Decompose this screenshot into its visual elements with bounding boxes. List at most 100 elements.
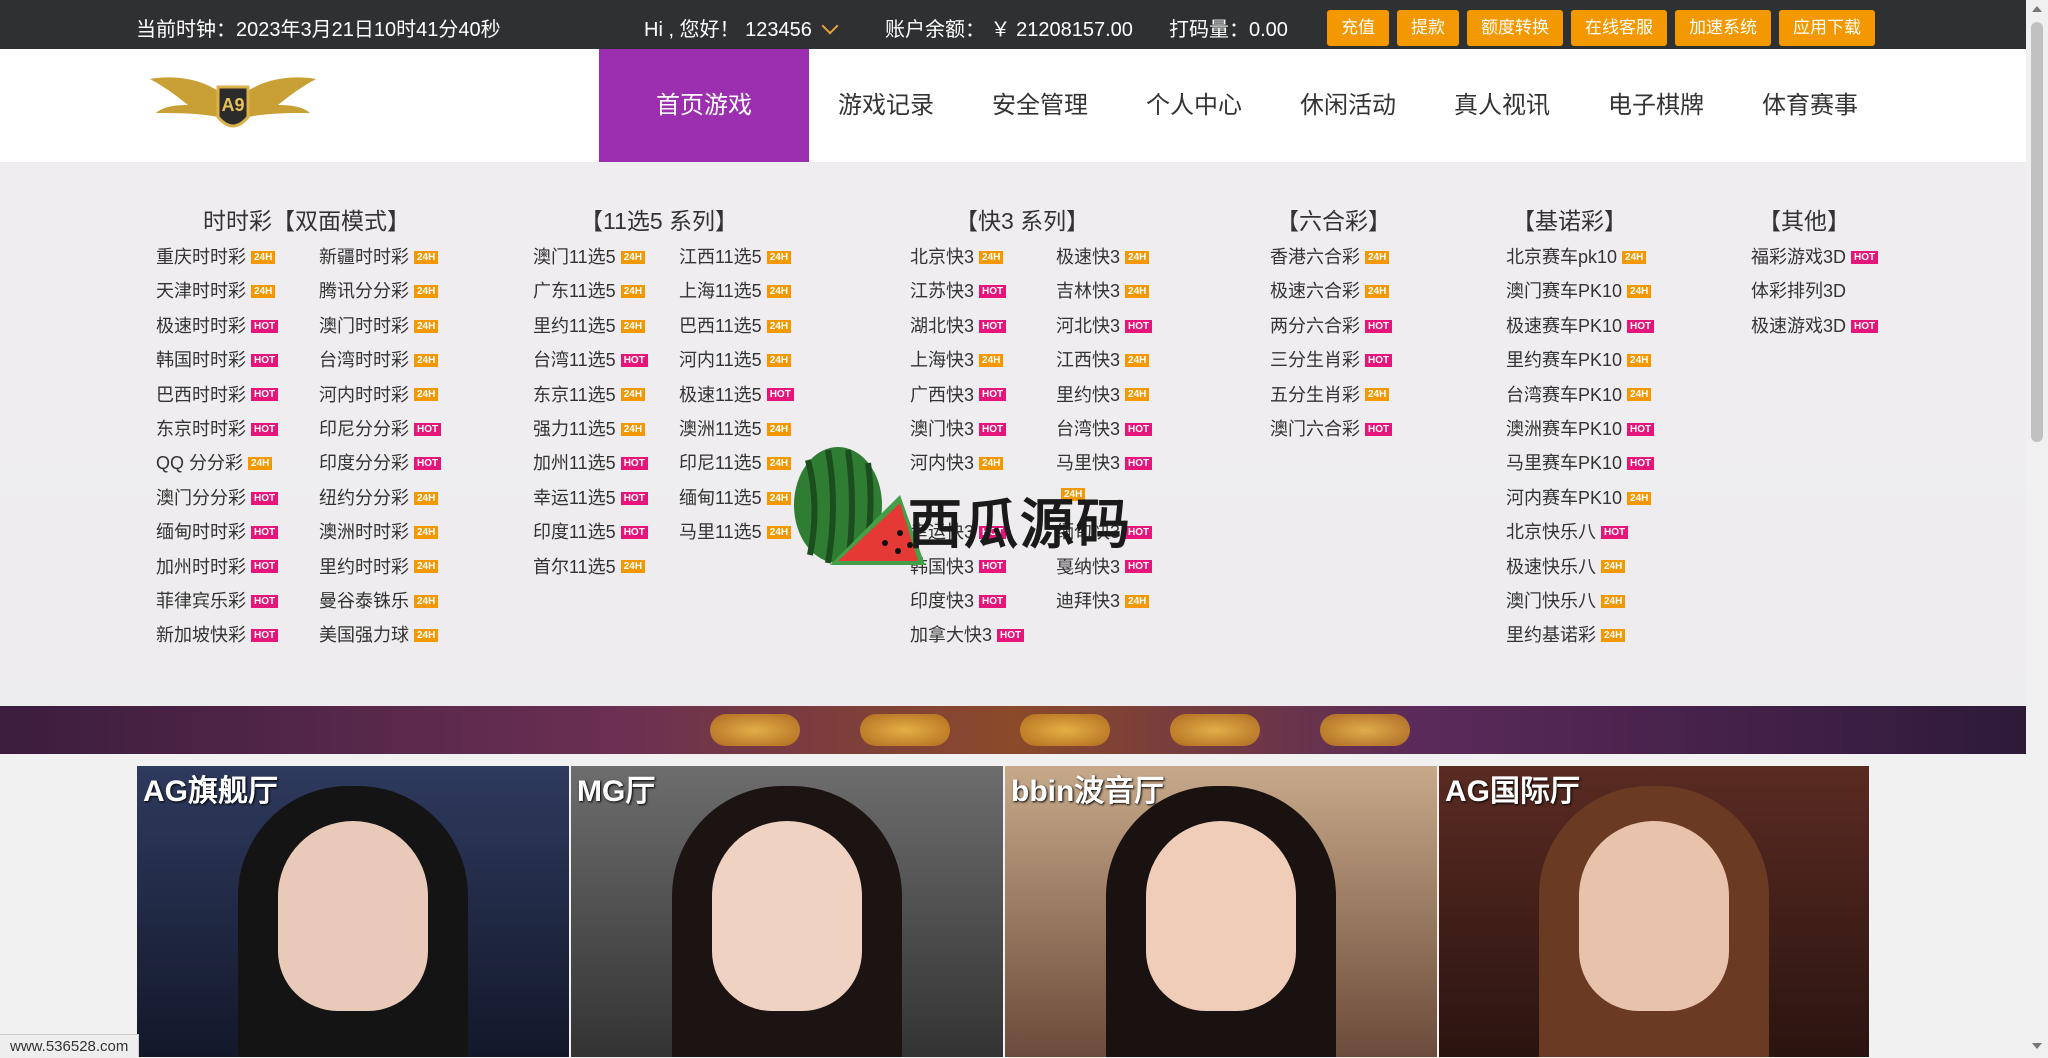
game-link[interactable]: 里约11选5 24H — [533, 312, 646, 338]
game-link[interactable]: 广东11选5 24H — [533, 277, 646, 303]
vertical-scrollbar[interactable] — [2026, 0, 2048, 1057]
game-link[interactable]: 澳洲11选5 24H — [679, 415, 792, 441]
game-link[interactable]: 新加坡快彩 HOT — [156, 621, 279, 647]
withdraw-button[interactable]: 提款 — [1397, 10, 1459, 46]
scroll-down-arrow-icon[interactable] — [2032, 1043, 2042, 1049]
game-link[interactable]: 天津时时彩 24H — [156, 277, 276, 303]
game-link[interactable]: 马里赛车PK10 HOT — [1506, 449, 1655, 475]
nav-security[interactable]: 安全管理 — [978, 49, 1102, 162]
game-link[interactable]: 极速游戏3D HOT — [1751, 312, 1879, 338]
game-link[interactable]: 三分生肖彩 HOT — [1270, 346, 1393, 372]
game-link[interactable]: 极速快乐八 24H — [1506, 553, 1626, 579]
game-link[interactable]: 纽约分分彩 24H — [319, 484, 439, 510]
game-link[interactable]: 台湾赛车PK10 24H — [1506, 381, 1652, 407]
game-link[interactable]: 湖北快3 HOT — [910, 312, 1007, 338]
scrollbar-thumb[interactable] — [2031, 22, 2043, 442]
transfer-button[interactable]: 额度转换 — [1467, 10, 1563, 46]
nav-home-games[interactable]: 首页游戏 — [599, 49, 809, 162]
game-link[interactable]: 澳门赛车PK10 24H — [1506, 277, 1652, 303]
game-link[interactable]: 里约赛车PK10 24H — [1506, 346, 1652, 372]
game-link[interactable]: 缅甸11选5 24H — [679, 484, 792, 510]
game-link[interactable]: 台湾时时彩 24H — [319, 346, 439, 372]
game-link[interactable]: 江西快3 24H — [1056, 346, 1150, 372]
deposit-button[interactable]: 充值 — [1327, 10, 1389, 46]
game-link[interactable]: 澳门六合彩 HOT — [1270, 415, 1393, 441]
game-link[interactable]: 极速六合彩 24H — [1270, 277, 1390, 303]
game-link[interactable]: 首尔11选5 24H — [533, 553, 646, 579]
accelerate-button[interactable]: 加速系统 — [1675, 10, 1771, 46]
game-link[interactable]: 两分六合彩 HOT — [1270, 312, 1393, 338]
nav-leisure-activities[interactable]: 休闲活动 — [1286, 49, 1410, 162]
user-greeting-dropdown[interactable]: Hi , 您好！ 123456 — [644, 13, 839, 42]
game-link[interactable]: 福彩游戏3D HOT — [1751, 243, 1879, 269]
game-link[interactable]: 吉林快3 24H — [1056, 277, 1150, 303]
game-link[interactable]: 菲律宾乐彩 HOT — [156, 587, 279, 613]
game-link[interactable]: 曼谷泰铢乐 24H — [319, 587, 439, 613]
game-link[interactable]: 东京时时彩 HOT — [156, 415, 279, 441]
game-link[interactable]: 印度快3 HOT — [910, 587, 1007, 613]
scroll-up-arrow-icon[interactable] — [2032, 6, 2042, 12]
card-mg-hall[interactable]: MG厅 — [571, 766, 1003, 1057]
game-link[interactable]: 澳洲时时彩 24H — [319, 518, 439, 544]
game-link[interactable]: 加州时时彩 HOT — [156, 553, 279, 579]
game-link[interactable]: 河内时时彩 24H — [319, 381, 439, 407]
game-link[interactable]: 五分生肖彩 24H — [1270, 381, 1390, 407]
game-link[interactable]: 极速11选5 HOT — [679, 381, 794, 407]
game-link[interactable]: 北京快3 24H — [910, 243, 1004, 269]
nav-live-video[interactable]: 真人视讯 — [1440, 49, 1564, 162]
game-link[interactable]: 江西11选5 24H — [679, 243, 792, 269]
game-link[interactable]: 极速赛车PK10 HOT — [1506, 312, 1655, 338]
game-link[interactable]: 澳门快3 HOT — [910, 415, 1007, 441]
game-link[interactable]: 广西快3 HOT — [910, 381, 1007, 407]
game-link[interactable]: 印度11选5 HOT — [533, 518, 648, 544]
game-link[interactable]: 东京11选5 24H — [533, 381, 646, 407]
game-link[interactable]: 新疆时时彩 24H — [319, 243, 439, 269]
download-button[interactable]: 应用下载 — [1779, 10, 1875, 46]
game-link[interactable]: 马里11选5 24H — [679, 518, 792, 544]
game-link[interactable]: 河内赛车PK10 24H — [1506, 484, 1652, 510]
game-link[interactable]: 香港六合彩 24H — [1270, 243, 1390, 269]
game-link[interactable]: 澳门11选5 24H — [533, 243, 646, 269]
game-link[interactable]: 印度分分彩 HOT — [319, 449, 442, 475]
game-link[interactable]: 缅甸时时彩 HOT — [156, 518, 279, 544]
game-link[interactable]: 澳门分分彩 HOT — [156, 484, 279, 510]
game-link[interactable]: 巴西时时彩 HOT — [156, 381, 279, 407]
game-link[interactable]: 腾讯分分彩 24H — [319, 277, 439, 303]
game-link[interactable]: 美国强力球 24H — [319, 621, 439, 647]
game-link[interactable]: 澳门时时彩 24H — [319, 312, 439, 338]
a9-wings-logo[interactable]: A9 — [148, 67, 318, 139]
game-link[interactable]: 加拿大快3 HOT — [910, 621, 1025, 647]
game-link[interactable]: 巴西11选5 24H — [679, 312, 792, 338]
game-link[interactable]: 里约时时彩 24H — [319, 553, 439, 579]
support-button[interactable]: 在线客服 — [1571, 10, 1667, 46]
game-link[interactable]: 河内11选5 24H — [679, 346, 792, 372]
card-bbin-hall[interactable]: bbin波音厅 — [1005, 766, 1437, 1057]
game-link[interactable]: 印尼分分彩 HOT — [319, 415, 442, 441]
game-link[interactable]: 江苏快3 HOT — [910, 277, 1007, 303]
game-link[interactable]: 韩国时时彩 HOT — [156, 346, 279, 372]
game-link[interactable]: 强力11选5 24H — [533, 415, 646, 441]
game-link[interactable]: 幸运11选5 HOT — [533, 484, 648, 510]
game-link[interactable]: 极速快3 24H — [1056, 243, 1150, 269]
nav-personal-center[interactable]: 个人中心 — [1132, 49, 1256, 162]
game-link[interactable]: 上海11选5 24H — [679, 277, 792, 303]
nav-game-records[interactable]: 游戏记录 — [824, 49, 948, 162]
game-link[interactable]: 澳洲赛车PK10 HOT — [1506, 415, 1655, 441]
game-link[interactable]: 澳门快乐八 24H — [1506, 587, 1626, 613]
game-link[interactable]: 加州11选5 HOT — [533, 449, 648, 475]
game-link[interactable]: 印尼11选5 24H — [679, 449, 792, 475]
game-link[interactable]: 体彩排列3D — [1751, 277, 1846, 303]
game-link[interactable]: 迪拜快3 24H — [1056, 587, 1150, 613]
nav-electronic-chess[interactable]: 电子棋牌 — [1594, 49, 1718, 162]
card-ag-flagship[interactable]: AG旗舰厅 — [137, 766, 569, 1057]
game-link[interactable]: 极速时时彩 HOT — [156, 312, 279, 338]
game-link[interactable]: 台湾11选5 HOT — [533, 346, 648, 372]
card-ag-international[interactable]: AG国际厅 — [1439, 766, 1869, 1057]
nav-sports[interactable]: 体育赛事 — [1748, 49, 1872, 162]
game-link[interactable]: 里约快3 24H — [1056, 381, 1150, 407]
game-link[interactable]: 重庆时时彩 24H — [156, 243, 276, 269]
game-link[interactable]: 里约基诺彩 24H — [1506, 621, 1626, 647]
game-link[interactable]: 北京赛车pk10 24H — [1506, 243, 1647, 269]
game-link[interactable]: 上海快3 24H — [910, 346, 1004, 372]
game-link[interactable]: 北京快乐八 HOT — [1506, 518, 1629, 544]
